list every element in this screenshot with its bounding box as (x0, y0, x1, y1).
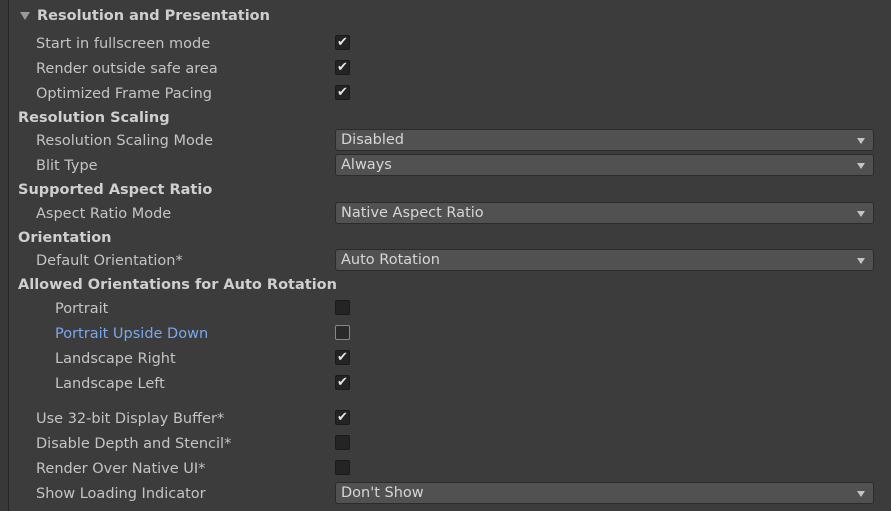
check-icon: ✔ (337, 35, 348, 50)
portrait-upside-down-checkbox[interactable] (335, 325, 350, 340)
check-icon: ✔ (337, 350, 348, 365)
resolution-scaling-mode-dropdown[interactable]: Disabled (335, 129, 874, 151)
resolution-scaling-mode-value: Disabled (341, 132, 404, 148)
portrait-label: Portrait (55, 300, 109, 317)
render-outside-safe-area-checkbox[interactable]: ✔ (335, 60, 350, 75)
aspect-ratio-mode-value: Native Aspect Ratio (341, 205, 484, 221)
row-orientation-header: Orientation (9, 225, 891, 250)
render-over-native-ui-checkbox[interactable] (335, 460, 350, 475)
blit-type-value: Always (341, 157, 392, 173)
blit-type-label: Blit Type (36, 157, 98, 174)
row-render-outside-safe-area: Render outside safe area ✔ (9, 56, 891, 81)
check-icon: ✔ (337, 410, 348, 425)
allowed-orientations-heading: Allowed Orientations for Auto Rotation (18, 276, 337, 293)
optimized-frame-pacing-label: Optimized Frame Pacing (36, 85, 212, 102)
row-resolution-scaling-mode: Resolution Scaling Mode Disabled (9, 128, 891, 153)
show-loading-indicator-dropdown[interactable]: Don't Show (335, 482, 874, 504)
disable-depth-stencil-checkbox[interactable] (335, 435, 350, 450)
section-title: Resolution and Presentation (37, 8, 270, 24)
use-32bit-display-buffer-label: Use 32-bit Display Buffer* (36, 410, 225, 427)
aspect-ratio-mode-dropdown[interactable]: Native Aspect Ratio (335, 202, 874, 224)
default-orientation-value: Auto Rotation (341, 252, 440, 268)
check-icon: ✔ (337, 375, 348, 390)
optimized-frame-pacing-checkbox[interactable]: ✔ (335, 85, 350, 100)
portrait-upside-down-label: Portrait Upside Down (55, 325, 209, 342)
row-disable-depth-stencil: Disable Depth and Stencil* (9, 431, 891, 456)
row-landscape-left: Landscape Left ✔ (9, 371, 891, 396)
start-fullscreen-checkbox[interactable]: ✔ (335, 35, 350, 50)
orientation-heading: Orientation (18, 229, 112, 246)
foldout-arrow-icon[interactable] (20, 12, 30, 20)
default-orientation-dropdown[interactable]: Auto Rotation (335, 249, 874, 271)
row-use-32bit-display-buffer: Use 32-bit Display Buffer* ✔ (9, 406, 891, 431)
chevron-down-icon (857, 163, 865, 169)
show-loading-indicator-value: Don't Show (341, 485, 424, 501)
check-icon: ✔ (337, 60, 348, 75)
start-fullscreen-label: Start in fullscreen mode (36, 35, 211, 52)
row-blit-type: Blit Type Always (9, 153, 891, 178)
portrait-checkbox[interactable] (335, 300, 350, 315)
row-start-fullscreen: Start in fullscreen mode ✔ (9, 31, 891, 56)
row-landscape-right: Landscape Right ✔ (9, 346, 891, 371)
render-outside-safe-area-label: Render outside safe area (36, 60, 218, 77)
chevron-down-icon (857, 491, 865, 497)
resolution-scaling-mode-label: Resolution Scaling Mode (36, 132, 214, 149)
blit-type-dropdown[interactable]: Always (335, 154, 874, 176)
chevron-down-icon (857, 258, 865, 264)
foldout-header[interactable]: Resolution and Presentation (9, 0, 891, 32)
row-show-loading-indicator: Show Loading Indicator Don't Show (9, 481, 891, 506)
show-loading-indicator-label: Show Loading Indicator (36, 485, 206, 502)
row-optimized-frame-pacing: Optimized Frame Pacing ✔ (9, 81, 891, 106)
inspector-panel: Resolution and Presentation Start in ful… (8, 0, 891, 511)
row-supported-aspect-ratio-header: Supported Aspect Ratio (9, 177, 891, 202)
render-over-native-ui-label: Render Over Native UI* (36, 460, 206, 477)
landscape-left-label: Landscape Left (55, 375, 165, 392)
resolution-scaling-heading: Resolution Scaling (18, 109, 170, 126)
row-allowed-orientations-header: Allowed Orientations for Auto Rotation (9, 272, 891, 297)
landscape-right-label: Landscape Right (55, 350, 176, 367)
use-32bit-display-buffer-checkbox[interactable]: ✔ (335, 410, 350, 425)
landscape-right-checkbox[interactable]: ✔ (335, 350, 350, 365)
row-default-orientation: Default Orientation* Auto Rotation (9, 248, 891, 273)
chevron-down-icon (857, 138, 865, 144)
chevron-down-icon (857, 211, 865, 217)
default-orientation-label: Default Orientation* (36, 252, 183, 269)
row-resolution-scaling-header: Resolution Scaling (9, 105, 891, 130)
check-icon: ✔ (337, 85, 348, 100)
row-portrait: Portrait (9, 296, 891, 321)
row-portrait-upside-down: Portrait Upside Down (9, 321, 891, 346)
aspect-ratio-mode-label: Aspect Ratio Mode (36, 205, 172, 222)
supported-aspect-ratio-heading: Supported Aspect Ratio (18, 181, 213, 198)
disable-depth-stencil-label: Disable Depth and Stencil* (36, 435, 232, 452)
row-render-over-native-ui: Render Over Native UI* (9, 456, 891, 481)
landscape-left-checkbox[interactable]: ✔ (335, 375, 350, 390)
row-aspect-ratio-mode: Aspect Ratio Mode Native Aspect Ratio (9, 201, 891, 226)
